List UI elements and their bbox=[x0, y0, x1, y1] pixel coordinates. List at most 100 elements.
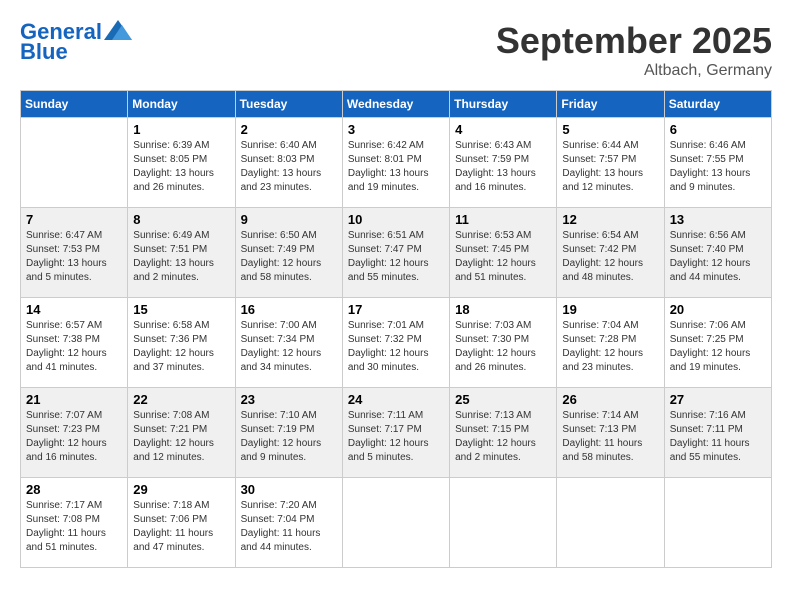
calendar-week-row: 7 Sunrise: 6:47 AMSunset: 7:53 PMDaylight… bbox=[21, 208, 772, 298]
calendar-cell: 1Sunrise: 6:39 AMSunset: 8:05 PMDaylight… bbox=[128, 118, 235, 208]
calendar: SundayMondayTuesdayWednesdayThursdayFrid… bbox=[20, 90, 772, 568]
calendar-cell bbox=[342, 478, 449, 568]
calendar-cell: 3 Sunrise: 6:42 AMSunset: 8:01 PMDaylight… bbox=[342, 118, 449, 208]
day-number: 28 bbox=[26, 482, 122, 497]
day-number: 23 bbox=[241, 392, 337, 407]
day-info: Sunrise: 6:51 AMSunset: 7:47 PMDaylight:… bbox=[348, 229, 444, 285]
calendar-cell: 25 Sunrise: 7:13 AMSunset: 7:15 PMDayligh… bbox=[450, 388, 557, 478]
day-number: 25 bbox=[455, 392, 551, 407]
day-number: 16 bbox=[241, 302, 337, 317]
day-header-sunday: Sunday bbox=[21, 91, 128, 118]
day-number: 13 bbox=[670, 212, 766, 227]
day-info: Sunrise: 6:46 AMSunset: 7:55 PMDaylight:… bbox=[670, 139, 766, 195]
calendar-cell: 19 Sunrise: 7:04 AMSunset: 7:28 PMDayligh… bbox=[557, 298, 664, 388]
day-info: Sunrise: 7:06 AMSunset: 7:25 PMDaylight:… bbox=[670, 319, 766, 375]
calendar-cell: 26 Sunrise: 7:14 AMSunset: 7:13 PMDayligh… bbox=[557, 388, 664, 478]
day-header-monday: Monday bbox=[128, 91, 235, 118]
calendar-cell: 5 Sunrise: 6:44 AMSunset: 7:57 PMDaylight… bbox=[557, 118, 664, 208]
header: General Blue September 2025 Altbach, Ger… bbox=[20, 20, 772, 80]
day-number: 10 bbox=[348, 212, 444, 227]
day-info: Sunrise: 7:14 AMSunset: 7:13 PMDaylight:… bbox=[562, 409, 658, 465]
calendar-cell: 8 Sunrise: 6:49 AMSunset: 7:51 PMDaylight… bbox=[128, 208, 235, 298]
day-info: Sunrise: 7:04 AMSunset: 7:28 PMDaylight:… bbox=[562, 319, 658, 375]
day-number: 18 bbox=[455, 302, 551, 317]
calendar-cell: 29Sunrise: 7:18 AMSunset: 7:06 PMDayligh… bbox=[128, 478, 235, 568]
day-number: 6 bbox=[670, 122, 766, 137]
day-number: 9 bbox=[241, 212, 337, 227]
day-header-friday: Friday bbox=[557, 91, 664, 118]
day-info: Sunrise: 7:03 AMSunset: 7:30 PMDaylight:… bbox=[455, 319, 551, 375]
day-info: Sunrise: 6:47 AMSunset: 7:53 PMDaylight:… bbox=[26, 229, 122, 285]
day-info: Sunrise: 6:44 AMSunset: 7:57 PMDaylight:… bbox=[562, 139, 658, 195]
day-info: Sunrise: 7:11 AMSunset: 7:17 PMDaylight:… bbox=[348, 409, 444, 465]
calendar-cell: 21 Sunrise: 7:07 AMSunset: 7:23 PMDayligh… bbox=[21, 388, 128, 478]
day-number: 8 bbox=[133, 212, 229, 227]
day-info: Sunrise: 7:20 AMSunset: 7:04 PMDaylight:… bbox=[241, 499, 337, 555]
day-info: Sunrise: 7:18 AMSunset: 7:06 PMDaylight:… bbox=[133, 499, 229, 555]
calendar-cell: 27 Sunrise: 7:16 AMSunset: 7:11 PMDayligh… bbox=[664, 388, 771, 478]
day-number: 12 bbox=[562, 212, 658, 227]
calendar-cell: 30Sunrise: 7:20 AMSunset: 7:04 PMDayligh… bbox=[235, 478, 342, 568]
calendar-cell: 6 Sunrise: 6:46 AMSunset: 7:55 PMDaylight… bbox=[664, 118, 771, 208]
calendar-cell: 17 Sunrise: 7:01 AMSunset: 7:32 PMDayligh… bbox=[342, 298, 449, 388]
logo-icon bbox=[104, 20, 132, 40]
calendar-cell: 20 Sunrise: 7:06 AMSunset: 7:25 PMDayligh… bbox=[664, 298, 771, 388]
calendar-cell: 2 Sunrise: 6:40 AMSunset: 8:03 PMDaylight… bbox=[235, 118, 342, 208]
calendar-cell: 12 Sunrise: 6:54 AMSunset: 7:42 PMDayligh… bbox=[557, 208, 664, 298]
day-info: Sunrise: 6:50 AMSunset: 7:49 PMDaylight:… bbox=[241, 229, 337, 285]
day-number: 27 bbox=[670, 392, 766, 407]
day-info: Sunrise: 6:54 AMSunset: 7:42 PMDaylight:… bbox=[562, 229, 658, 285]
day-number: 15 bbox=[133, 302, 229, 317]
day-header-wednesday: Wednesday bbox=[342, 91, 449, 118]
day-number: 4 bbox=[455, 122, 551, 137]
calendar-cell: 22Sunrise: 7:08 AMSunset: 7:21 PMDayligh… bbox=[128, 388, 235, 478]
day-info: Sunrise: 6:56 AMSunset: 7:40 PMDaylight:… bbox=[670, 229, 766, 285]
day-info: Sunrise: 7:16 AMSunset: 7:11 PMDaylight:… bbox=[670, 409, 766, 465]
day-info: Sunrise: 6:53 AMSunset: 7:45 PMDaylight:… bbox=[455, 229, 551, 285]
month-title: September 2025 bbox=[496, 20, 772, 62]
calendar-cell: 10 Sunrise: 6:51 AMSunset: 7:47 PMDayligh… bbox=[342, 208, 449, 298]
logo-blue-text: Blue bbox=[20, 40, 68, 64]
day-header-thursday: Thursday bbox=[450, 91, 557, 118]
calendar-cell: 7 Sunrise: 6:47 AMSunset: 7:53 PMDaylight… bbox=[21, 208, 128, 298]
day-number: 2 bbox=[241, 122, 337, 137]
day-info: Sunrise: 6:42 AMSunset: 8:01 PMDaylight:… bbox=[348, 139, 444, 195]
day-info: Sunrise: 6:40 AMSunset: 8:03 PMDaylight:… bbox=[241, 139, 337, 195]
calendar-cell: 18 Sunrise: 7:03 AMSunset: 7:30 PMDayligh… bbox=[450, 298, 557, 388]
day-number: 5 bbox=[562, 122, 658, 137]
calendar-week-row: 14Sunrise: 6:57 AMSunset: 7:38 PMDayligh… bbox=[21, 298, 772, 388]
day-info: Sunrise: 7:17 AMSunset: 7:08 PMDaylight:… bbox=[26, 499, 122, 555]
day-info: Sunrise: 7:00 AMSunset: 7:34 PMDaylight:… bbox=[241, 319, 337, 375]
calendar-cell: 23 Sunrise: 7:10 AMSunset: 7:19 PMDayligh… bbox=[235, 388, 342, 478]
calendar-week-row: 28 Sunrise: 7:17 AMSunset: 7:08 PMDayligh… bbox=[21, 478, 772, 568]
calendar-cell bbox=[21, 118, 128, 208]
calendar-cell: 28 Sunrise: 7:17 AMSunset: 7:08 PMDayligh… bbox=[21, 478, 128, 568]
day-number: 3 bbox=[348, 122, 444, 137]
calendar-cell: 24 Sunrise: 7:11 AMSunset: 7:17 PMDayligh… bbox=[342, 388, 449, 478]
calendar-cell: 11Sunrise: 6:53 AMSunset: 7:45 PMDayligh… bbox=[450, 208, 557, 298]
calendar-header-row: SundayMondayTuesdayWednesdayThursdayFrid… bbox=[21, 91, 772, 118]
day-info: Sunrise: 7:07 AMSunset: 7:23 PMDaylight:… bbox=[26, 409, 122, 465]
day-number: 17 bbox=[348, 302, 444, 317]
day-number: 24 bbox=[348, 392, 444, 407]
day-info: Sunrise: 6:43 AMSunset: 7:59 PMDaylight:… bbox=[455, 139, 551, 195]
day-number: 7 bbox=[26, 212, 122, 227]
day-info: Sunrise: 7:13 AMSunset: 7:15 PMDaylight:… bbox=[455, 409, 551, 465]
calendar-cell: 9 Sunrise: 6:50 AMSunset: 7:49 PMDaylight… bbox=[235, 208, 342, 298]
day-info: Sunrise: 7:10 AMSunset: 7:19 PMDaylight:… bbox=[241, 409, 337, 465]
calendar-cell bbox=[557, 478, 664, 568]
day-number: 21 bbox=[26, 392, 122, 407]
calendar-cell: 4 Sunrise: 6:43 AMSunset: 7:59 PMDaylight… bbox=[450, 118, 557, 208]
day-number: 19 bbox=[562, 302, 658, 317]
day-number: 26 bbox=[562, 392, 658, 407]
calendar-cell: 15Sunrise: 6:58 AMSunset: 7:36 PMDayligh… bbox=[128, 298, 235, 388]
calendar-cell: 14Sunrise: 6:57 AMSunset: 7:38 PMDayligh… bbox=[21, 298, 128, 388]
day-info: Sunrise: 6:39 AMSunset: 8:05 PMDaylight:… bbox=[133, 139, 229, 195]
day-number: 20 bbox=[670, 302, 766, 317]
day-info: Sunrise: 7:01 AMSunset: 7:32 PMDaylight:… bbox=[348, 319, 444, 375]
day-number: 22 bbox=[133, 392, 229, 407]
day-info: Sunrise: 6:49 AMSunset: 7:51 PMDaylight:… bbox=[133, 229, 229, 285]
day-info: Sunrise: 6:57 AMSunset: 7:38 PMDaylight:… bbox=[26, 319, 122, 375]
calendar-week-row: 1Sunrise: 6:39 AMSunset: 8:05 PMDaylight… bbox=[21, 118, 772, 208]
calendar-cell: 16 Sunrise: 7:00 AMSunset: 7:34 PMDayligh… bbox=[235, 298, 342, 388]
